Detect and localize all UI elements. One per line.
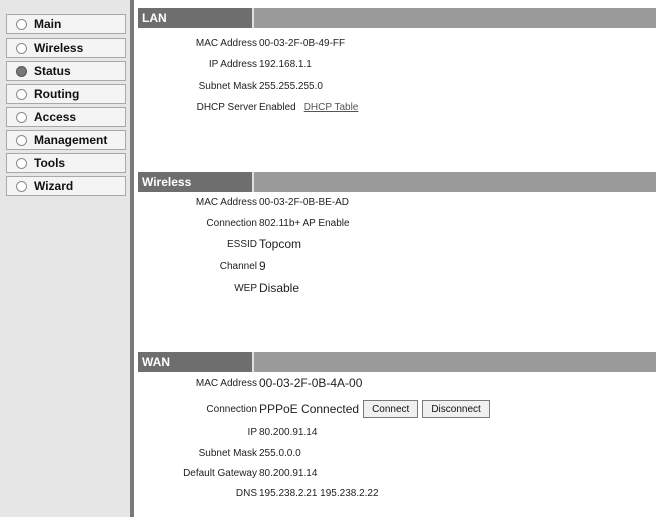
lan-dhcp-value: Enabled	[259, 101, 296, 113]
lan-ip-value: 192.168.1.1	[259, 58, 312, 70]
lan-ip-row: IP Address 192.168.1.1	[134, 54, 654, 74]
disconnect-button[interactable]: Disconnect	[422, 400, 490, 418]
wireless-conn-label: Connection	[206, 217, 257, 229]
wan-mask-row: Subnet Mask 255.0.0.0	[134, 443, 654, 463]
nav-item-label: Status	[34, 64, 71, 78]
bullet-icon	[16, 111, 27, 123]
wan-gateway-row: Default Gateway 80.200.91.14	[134, 463, 654, 483]
wan-mac-value: 00-03-2F-0B-4A-00	[259, 376, 363, 390]
lan-dhcp-value-wrap: Enabled DHCP Table	[259, 102, 358, 113]
lan-mac-label: MAC Address	[195, 37, 257, 49]
bullet-icon	[16, 157, 27, 169]
bullet-icon	[16, 134, 27, 146]
nav-item-label: Management	[34, 133, 108, 147]
wan-ip-row: IP 80.200.91.14	[134, 422, 654, 442]
lan-mask-value: 255.255.255.0	[259, 80, 323, 92]
lan-mac-row: MAC Address 00-03-2F-0B-49-FF	[134, 33, 654, 53]
wireless-channel-label: Channel	[219, 260, 257, 272]
nav-item-label: Main	[34, 17, 62, 31]
wireless-wep-value: Disable	[259, 281, 300, 295]
wan-title: WAN	[138, 352, 254, 372]
lan-title: LAN	[138, 8, 254, 28]
wan-conn-row: Connection PPPoE Connected Connect Disco…	[134, 399, 654, 419]
wan-gateway-label: Default Gateway	[183, 467, 257, 479]
wan-mac-row: MAC Address 00-03-2F-0B-4A-00	[134, 373, 654, 393]
wan-conn-value-wrap: PPPoE Connected Connect Disconnect	[259, 400, 490, 418]
sidebar-nav: Main Wireless Status Routing Access Mana…	[0, 0, 130, 517]
wan-section-header: WAN	[138, 352, 656, 372]
wan-ip-label: IP	[247, 426, 257, 438]
wireless-essid-row: ESSID Topcom	[134, 234, 654, 254]
wireless-channel-row: Channel 9	[134, 256, 654, 276]
wireless-mac-label: MAC Address	[195, 196, 257, 208]
dhcp-table-link[interactable]: DHCP Table	[304, 102, 359, 113]
nav-item-label: Tools	[34, 156, 66, 170]
nav-item-access[interactable]: Access	[6, 107, 126, 127]
active-bullet-icon	[16, 65, 27, 77]
wan-dns-label: DNS	[235, 487, 257, 499]
nav-item-label: Wizard	[34, 179, 74, 193]
wireless-channel-value: 9	[259, 259, 266, 273]
wireless-title: Wireless	[138, 172, 254, 192]
lan-section-header: LAN	[138, 8, 656, 28]
wireless-mac-value: 00-03-2F-0B-BE-AD	[259, 196, 350, 208]
wireless-essid-label: ESSID	[226, 238, 257, 250]
wireless-essid-value: Topcom	[259, 237, 302, 251]
nav-item-management[interactable]: Management	[6, 130, 126, 150]
bullet-icon	[16, 42, 27, 54]
nav-item-tools[interactable]: Tools	[6, 153, 126, 173]
lan-mask-row: Subnet Mask 255.255.255.0	[134, 76, 654, 96]
wan-mask-value: 255.0.0.0	[259, 447, 301, 459]
bullet-icon	[16, 88, 27, 100]
nav-item-wireless[interactable]: Wireless	[6, 38, 126, 58]
wan-mask-label: Subnet Mask	[198, 447, 257, 459]
wan-dns-value: 195.238.2.21 195.238.2.22	[259, 487, 379, 499]
nav-item-routing[interactable]: Routing	[6, 84, 126, 104]
nav-item-label: Wireless	[34, 41, 84, 55]
lan-dhcp-label: DHCP Server	[196, 101, 257, 113]
wireless-conn-value: 802.11b+ AP Enable	[259, 217, 350, 229]
lan-mask-label: Subnet Mask	[198, 80, 257, 92]
wireless-section-header: Wireless	[138, 172, 656, 192]
wan-gateway-value: 80.200.91.14	[259, 467, 318, 479]
wireless-conn-row: Connection 802.11b+ AP Enable	[134, 213, 654, 233]
nav-item-status[interactable]: Status	[6, 61, 126, 81]
lan-dhcp-row: DHCP Server Enabled DHCP Table	[134, 97, 654, 117]
wan-mac-label: MAC Address	[195, 377, 257, 389]
bullet-icon	[16, 18, 27, 30]
wan-dns-row: DNS 195.238.2.21 195.238.2.22	[134, 483, 654, 503]
connect-button[interactable]: Connect	[363, 400, 419, 418]
nav-item-main[interactable]: Main	[6, 14, 126, 34]
wireless-wep-row: WEP Disable	[134, 278, 654, 298]
bullet-icon	[16, 180, 27, 192]
lan-ip-label: IP Address	[208, 58, 257, 70]
lan-mac-value: 00-03-2F-0B-49-FF	[259, 37, 346, 49]
wan-conn-value: PPPoE Connected	[259, 402, 360, 416]
wireless-mac-row: MAC Address 00-03-2F-0B-BE-AD	[134, 192, 654, 212]
wan-ip-value: 80.200.91.14	[259, 426, 318, 438]
wan-conn-label: Connection	[206, 403, 257, 415]
wireless-wep-label: WEP	[234, 282, 257, 294]
nav-item-label: Access	[34, 110, 77, 124]
status-panel: LAN MAC Address 00-03-2F-0B-49-FF IP Add…	[134, 0, 656, 517]
nav-item-wizard[interactable]: Wizard	[6, 176, 126, 196]
nav-item-label: Routing	[34, 87, 80, 101]
